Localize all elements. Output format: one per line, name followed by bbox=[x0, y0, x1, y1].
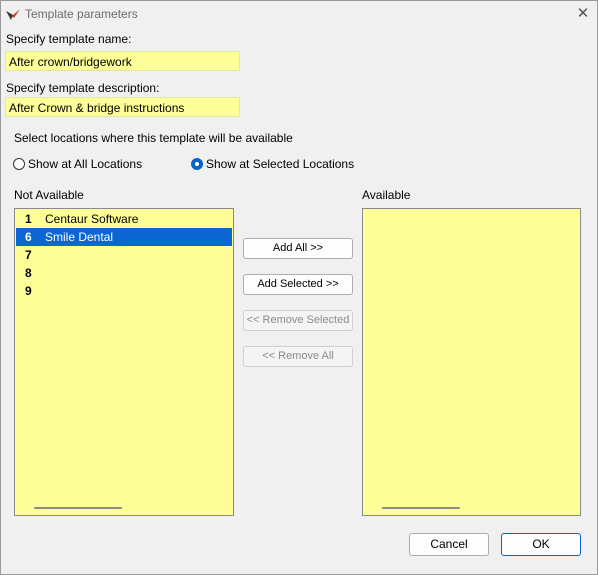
add-all-button[interactable]: Add All >> bbox=[243, 238, 353, 259]
location-number: 7 bbox=[25, 248, 32, 262]
window-title: Template parameters bbox=[25, 7, 138, 21]
scrollbar-thumb[interactable] bbox=[382, 507, 460, 509]
location-number: 1 bbox=[25, 212, 32, 226]
available-hscrollbar[interactable] bbox=[364, 504, 579, 512]
not-available-hscrollbar[interactable] bbox=[16, 504, 232, 512]
list-item[interactable]: 9 bbox=[16, 282, 232, 300]
list-item[interactable]: 6 Smile Dental bbox=[16, 228, 232, 246]
template-name-label: Specify template name: bbox=[6, 32, 132, 46]
radio-show-all-label: Show at All Locations bbox=[28, 157, 143, 171]
radio-unchecked-icon bbox=[13, 158, 25, 170]
template-parameters-dialog: Template parameters ✕ Specify template n… bbox=[0, 0, 598, 575]
not-available-list[interactable]: 1 Centaur Software 6 Smile Dental 7 8 9 bbox=[14, 208, 234, 516]
title-bar: Template parameters ✕ bbox=[1, 1, 597, 27]
location-name: Smile Dental bbox=[45, 230, 114, 244]
template-description-label: Specify template description: bbox=[6, 81, 160, 95]
location-number: 6 bbox=[25, 230, 32, 244]
available-list[interactable] bbox=[362, 208, 581, 516]
cancel-button[interactable]: Cancel bbox=[409, 533, 489, 556]
close-button[interactable]: ✕ bbox=[571, 4, 595, 24]
ok-button[interactable]: OK bbox=[501, 533, 581, 556]
scrollbar-thumb[interactable] bbox=[34, 507, 122, 509]
radio-show-selected-locations[interactable]: Show at Selected Locations bbox=[191, 157, 354, 171]
remove-all-button[interactable]: << Remove All bbox=[243, 346, 353, 367]
radio-show-selected-label: Show at Selected Locations bbox=[206, 157, 355, 171]
radio-show-all-locations[interactable]: Show at All Locations bbox=[13, 157, 142, 171]
radio-checked-icon bbox=[191, 158, 203, 170]
template-description-field[interactable]: After Crown & bridge instructions bbox=[5, 97, 240, 117]
close-icon: ✕ bbox=[576, 5, 590, 22]
list-item[interactable]: 7 bbox=[16, 246, 232, 264]
app-logo-icon bbox=[5, 6, 21, 22]
remove-selected-button[interactable]: << Remove Selected bbox=[243, 310, 353, 331]
locations-label: Select locations where this template wil… bbox=[14, 131, 293, 145]
not-available-label: Not Available bbox=[14, 188, 84, 202]
add-selected-button[interactable]: Add Selected >> bbox=[243, 274, 353, 295]
location-name: Centaur Software bbox=[45, 212, 139, 226]
location-number: 9 bbox=[25, 284, 32, 298]
list-item[interactable]: 1 Centaur Software bbox=[16, 210, 232, 228]
template-name-field[interactable]: After crown/bridgework bbox=[5, 51, 240, 71]
list-item[interactable]: 8 bbox=[16, 264, 232, 282]
available-label: Available bbox=[362, 188, 411, 202]
location-number: 8 bbox=[25, 266, 32, 280]
